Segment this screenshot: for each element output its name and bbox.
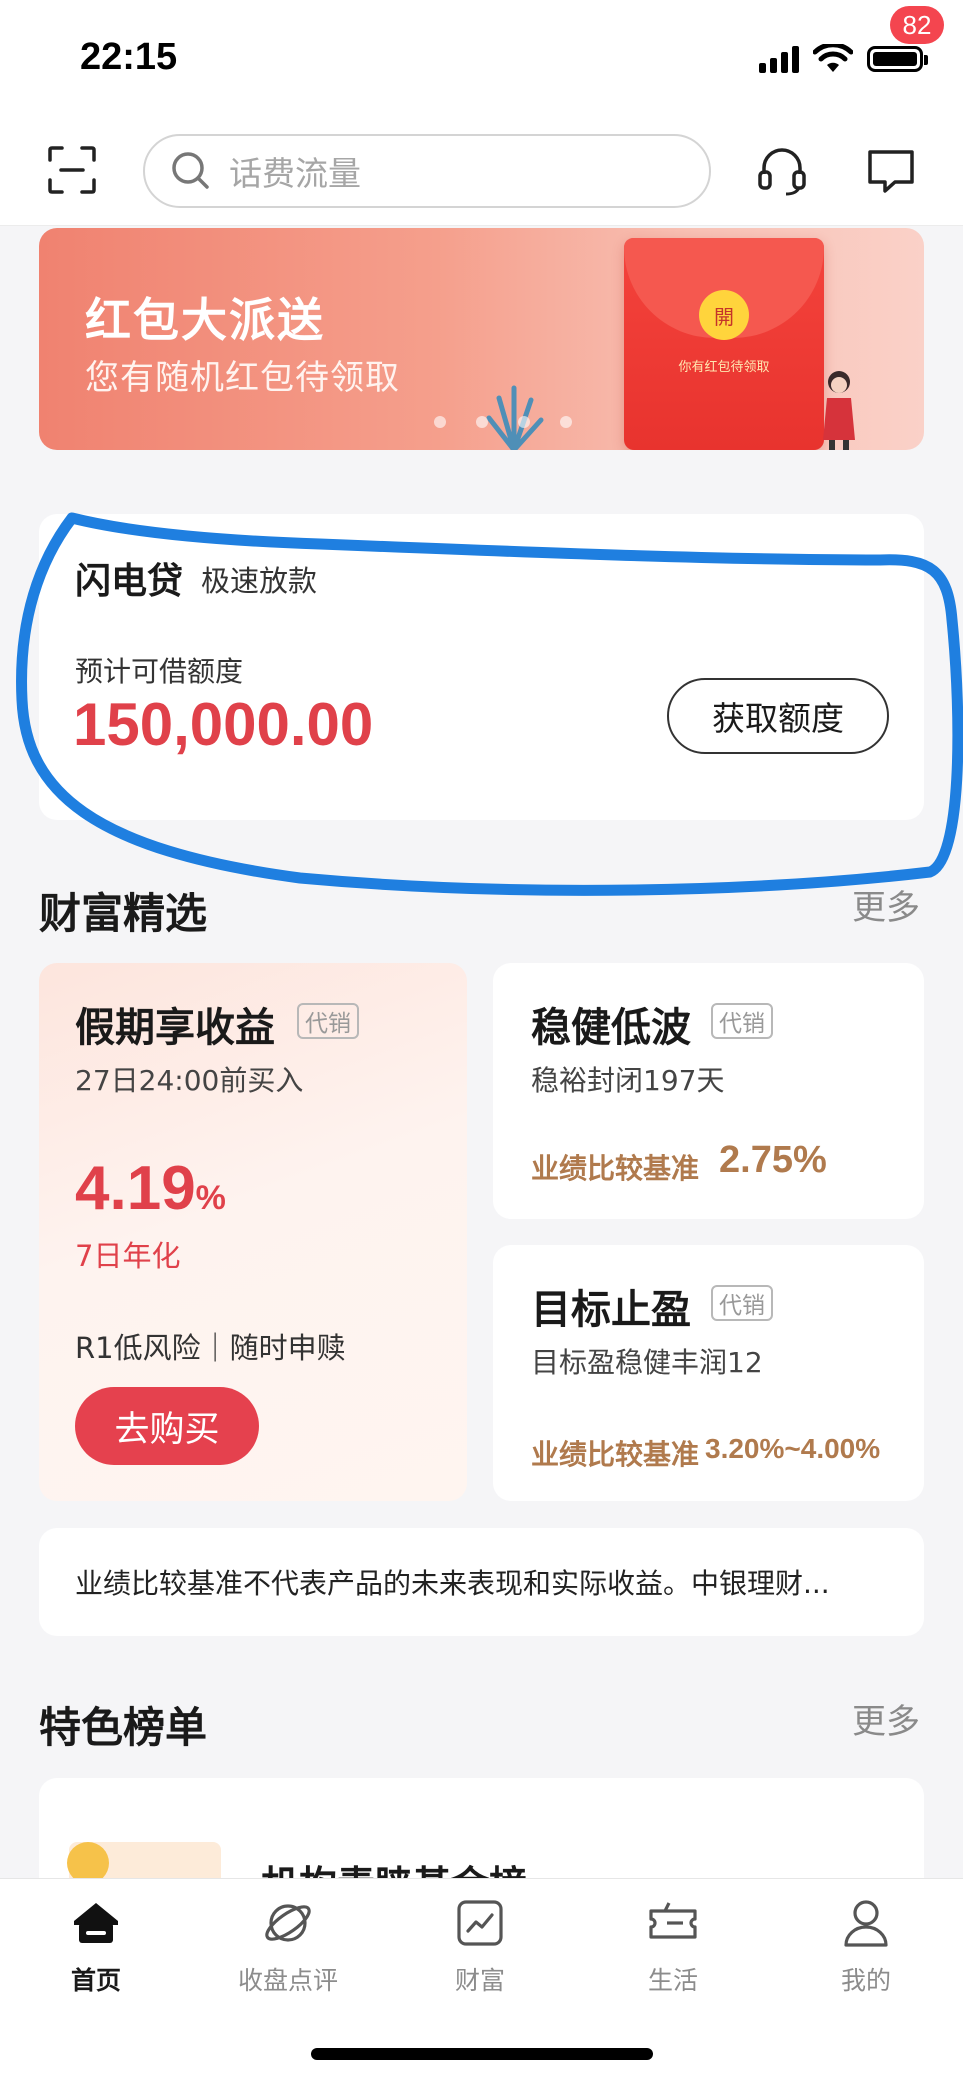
benchmark-label: 业绩比较基准 bbox=[531, 1152, 700, 1185]
tab-wealth[interactable]: 财富 bbox=[410, 1897, 550, 1997]
agent-tag: 代销 bbox=[297, 1003, 359, 1039]
tab-label: 收盘点评 bbox=[237, 1966, 338, 1995]
chart-icon bbox=[457, 1900, 503, 1946]
plant-decoration-icon bbox=[486, 385, 544, 450]
planet-icon bbox=[265, 1904, 311, 1942]
status-icons bbox=[759, 44, 928, 74]
loan-tag: 极速放款 bbox=[201, 564, 318, 598]
home-icon bbox=[74, 1903, 118, 1943]
home-indicator[interactable] bbox=[311, 2048, 653, 2060]
top-header: 话费流量 bbox=[0, 120, 963, 226]
banner-indicator bbox=[434, 416, 572, 428]
wifi-icon bbox=[813, 44, 853, 72]
red-envelope-image: 開 你有红包待领取 bbox=[624, 238, 824, 450]
tab-label: 我的 bbox=[840, 1966, 891, 1995]
red-packet-banner[interactable]: 红包大派送 您有随机红包待领取 開 你有红包待领取 bbox=[39, 228, 924, 450]
status-bar: 22:15 bbox=[0, 0, 963, 120]
cellular-signal-icon bbox=[759, 45, 799, 73]
product-card-target[interactable]: 目标止盈 代销 目标盈稳健丰润12 业绩比较基准 3.20%~4.00% bbox=[493, 1245, 924, 1501]
loan-amount: 150,000.00 bbox=[73, 691, 374, 758]
product-desc: 稳裕封闭197天 bbox=[531, 1064, 725, 1097]
flash-loan-card[interactable]: 闪电贷 极速放款 预计可借额度 150,000.00 获取额度 bbox=[39, 514, 924, 820]
character-decoration-icon bbox=[823, 371, 855, 450]
product-rate: 4.19% bbox=[75, 1154, 226, 1223]
banner-title: 红包大派送 bbox=[85, 293, 325, 347]
product-rate-label: 7日年化 bbox=[75, 1239, 181, 1273]
tab-label: 生活 bbox=[647, 1966, 698, 1995]
product-name: 假期享收益 bbox=[75, 1005, 275, 1051]
benchmark-label: 业绩比较基准 bbox=[531, 1438, 700, 1471]
status-time: 22:15 bbox=[80, 36, 178, 78]
agent-tag: 代销 bbox=[711, 1285, 773, 1321]
tab-market-review[interactable]: 收盘点评 bbox=[218, 1897, 358, 1997]
disclaimer-bar[interactable]: 业绩比较基准不代表产品的未来表现和实际收益。中银理财... bbox=[39, 1528, 924, 1636]
envelope-seal: 開 bbox=[699, 290, 749, 340]
get-credit-button[interactable]: 获取额度 bbox=[667, 678, 889, 754]
tab-label: 财富 bbox=[454, 1966, 505, 1995]
tab-mine[interactable]: 我的 bbox=[796, 1897, 936, 1997]
agent-tag: 代销 bbox=[711, 1003, 773, 1039]
ranking-card[interactable]: 机构青睐基金榜 bbox=[39, 1778, 924, 1888]
product-desc: 目标盈稳健丰润12 bbox=[531, 1346, 763, 1379]
ranking-section-title: 特色榜单 bbox=[39, 1703, 208, 1752]
banner-subtitle: 您有随机红包待领取 bbox=[85, 358, 400, 398]
featured-product-card[interactable]: 假期享收益 代销 27日24:00前买入 4.19% 7日年化 R1低风险｜随时… bbox=[39, 963, 467, 1501]
profile-icon bbox=[844, 1900, 888, 1947]
message-icon[interactable] bbox=[865, 144, 917, 196]
buy-button[interactable]: 去购买 bbox=[75, 1387, 259, 1465]
product-name: 稳健低波 bbox=[531, 1005, 691, 1051]
battery-icon bbox=[867, 46, 928, 72]
tab-home[interactable]: 首页 bbox=[26, 1897, 166, 1997]
message-badge: 82 bbox=[890, 6, 944, 44]
ranking-more-link[interactable]: 更多 bbox=[852, 1694, 920, 1743]
product-name: 目标止盈 bbox=[531, 1287, 691, 1333]
tab-label: 首页 bbox=[70, 1966, 121, 1995]
scan-icon[interactable] bbox=[46, 144, 98, 196]
product-risk: R1低风险｜随时申赎 bbox=[75, 1331, 346, 1365]
loan-title: 闪电贷 bbox=[75, 561, 184, 602]
wealth-section-title: 财富精选 bbox=[39, 889, 208, 938]
benchmark-value: 3.20%~4.00% bbox=[705, 1433, 881, 1464]
wealth-more-link[interactable]: 更多 bbox=[852, 880, 920, 929]
search-icon bbox=[172, 152, 209, 189]
product-card-steady[interactable]: 稳健低波 代销 稳裕封闭197天 业绩比较基准 2.75% bbox=[493, 963, 924, 1219]
ticket-icon bbox=[649, 1902, 697, 1939]
benchmark-value: 2.75% bbox=[719, 1139, 827, 1181]
search-input[interactable]: 话费流量 bbox=[143, 134, 711, 208]
search-placeholder: 话费流量 bbox=[229, 154, 361, 193]
tab-life[interactable]: 生活 bbox=[603, 1897, 743, 1997]
loan-amount-label: 预计可借额度 bbox=[75, 655, 244, 688]
customer-service-icon[interactable] bbox=[756, 144, 808, 196]
envelope-text: 你有红包待领取 bbox=[678, 360, 770, 375]
product-desc: 27日24:00前买入 bbox=[75, 1064, 304, 1097]
